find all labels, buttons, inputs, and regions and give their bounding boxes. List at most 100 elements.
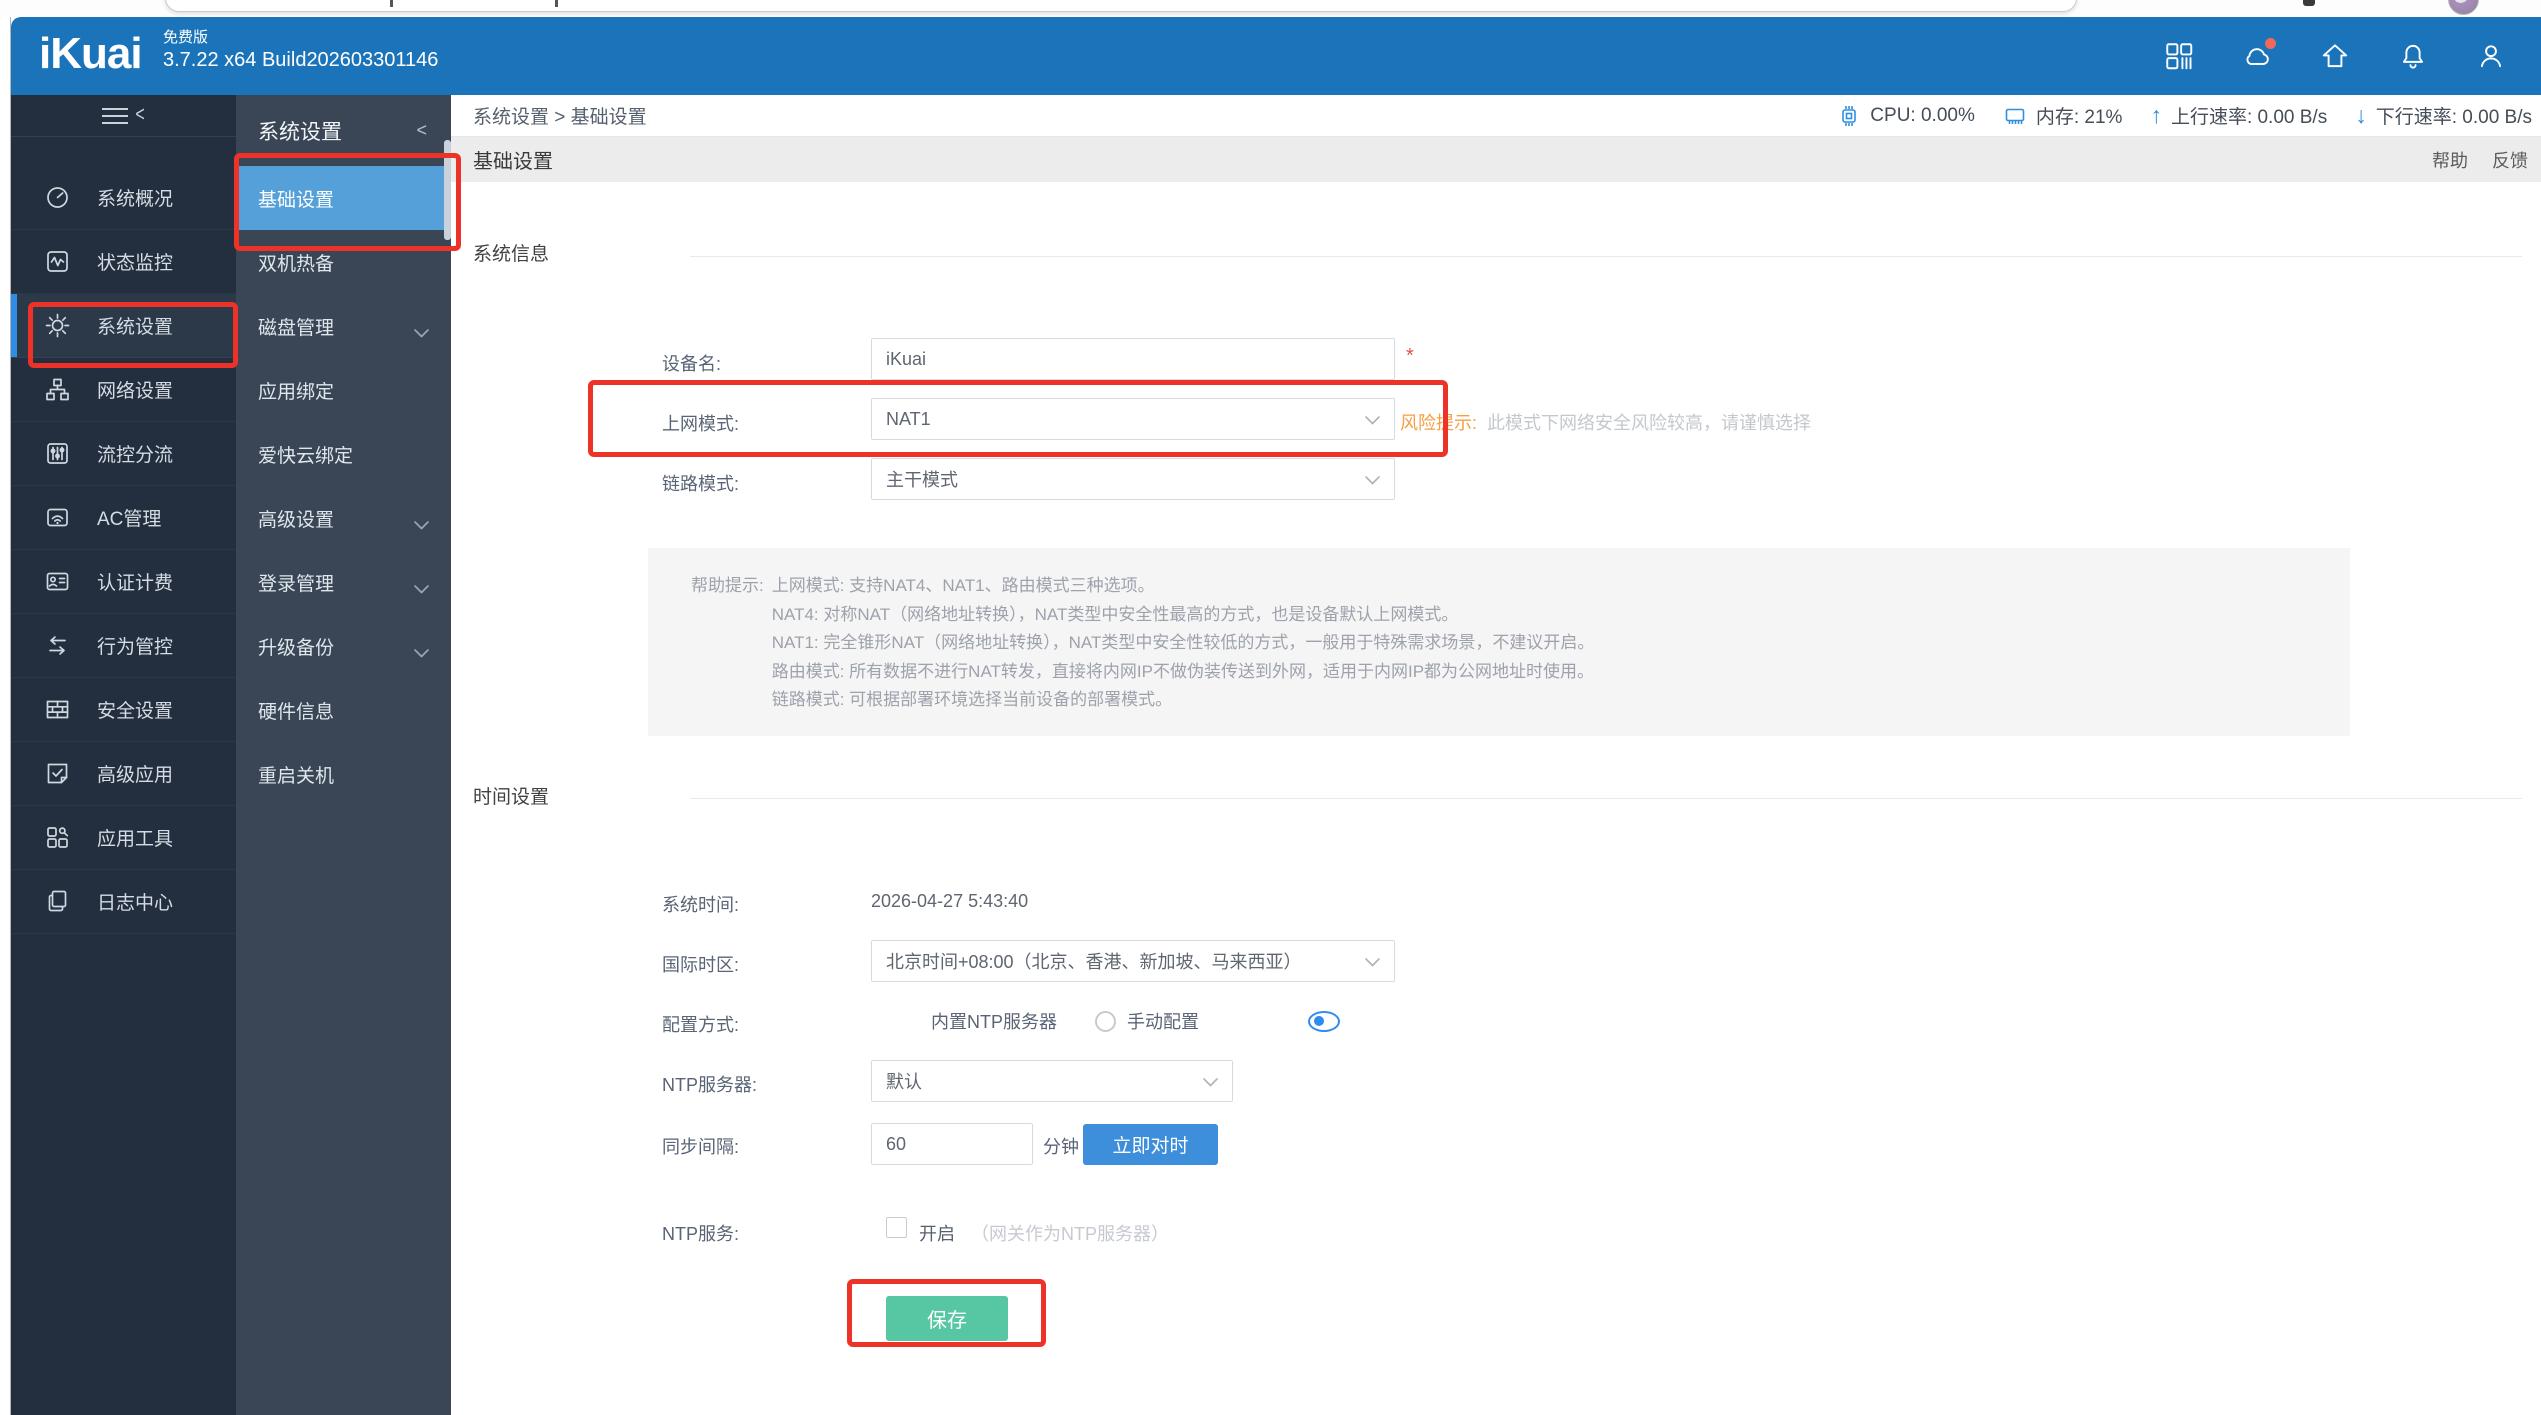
main-content: 系统设置 > 基础设置 CPU: 0.00% 内存: 21% ↑ 上行速率: 0… — [451, 95, 2541, 1415]
ntp-server-label: NTP服务器: — [662, 1075, 758, 1095]
breadcrumb-bar: 系统设置 > 基础设置 CPU: 0.00% 内存: 21% ↑ 上行速率: 0… — [451, 95, 2541, 137]
ikuai-logo: iKuai — [39, 29, 143, 78]
submenu-collapse-icon[interactable]: < — [416, 120, 427, 141]
sidebar-item-label: AC管理 — [97, 509, 162, 530]
browser-address-bar[interactable] — [165, 0, 2077, 12]
help-tip-box: 帮助提示: 上网模式: 支持NAT4、NAT1、路由模式三种选项。 NAT4: … — [648, 548, 2350, 736]
submenu-item-restart-shutdown[interactable]: 重启关机 — [236, 742, 451, 806]
sidebar-item-auth-billing[interactable]: 认证计费 — [11, 550, 236, 614]
ntp-service-checkbox[interactable] — [886, 1217, 907, 1238]
submenu-item-app-binding[interactable]: 应用绑定 — [236, 358, 451, 422]
build-version-label: 3.7.22 x64 Build202603301146 — [163, 49, 439, 71]
browser-extension-icon[interactable] — [2303, 0, 2315, 6]
title-links: 帮助 反馈 — [2432, 147, 2528, 173]
sidebar-item-app-tools[interactable]: 应用工具 — [11, 806, 236, 870]
sidebar-item-behavior-control[interactable]: 行为管控 — [11, 614, 236, 678]
browser-chrome-strip — [0, 0, 2541, 17]
sidebar-item-label: 安全设置 — [97, 701, 174, 722]
ikuai-admin-window: iKuai 免费版 3.7.22 x64 Build202603301146 <… — [10, 17, 2541, 1415]
submenu-item-hot-standby[interactable]: 双机热备 — [236, 230, 451, 294]
monitor-pulse-icon — [47, 251, 68, 272]
sidebar-item-label: 日志中心 — [97, 893, 174, 914]
pages-icon — [48, 890, 67, 912]
apps-grid-icon[interactable] — [2163, 40, 2195, 72]
download-rate-stat: ↓ 下行速率: 0.00 B/s — [2355, 102, 2532, 129]
sidebar-item-label: 系统设置 — [97, 317, 174, 338]
app-header: iKuai 免费版 3.7.22 x64 Build202603301146 — [11, 17, 2541, 95]
secondary-sidebar: 系统设置 < 基础设置 双机热备 磁盘管理 应用绑定 爱快云绑定 高级设置 登录… — [236, 95, 451, 1415]
sidebar-item-network-settings[interactable]: 网络设置 — [11, 358, 236, 422]
sidebar-item-ac-management[interactable]: AC管理 — [11, 486, 236, 550]
feedback-link[interactable]: 反馈 — [2492, 147, 2528, 173]
system-stats-bar: CPU: 0.00% 内存: 21% ↑ 上行速率: 0.00 B/s ↓ 下行… — [1837, 102, 2532, 129]
network-icon — [46, 378, 69, 401]
submenu-item-ikuai-cloud-binding[interactable]: 爱快云绑定 — [236, 422, 451, 486]
upload-rate-stat: ↑ 上行速率: 0.00 B/s — [2150, 102, 2328, 129]
sidebar-collapse-toggle[interactable]: < — [11, 95, 236, 137]
edition-label: 免费版 — [163, 29, 209, 46]
doc-check-icon — [47, 763, 68, 784]
gear-icon — [45, 313, 70, 338]
submenu-item-upgrade-backup[interactable]: 升级备份 — [236, 614, 451, 678]
bell-icon[interactable] — [2397, 40, 2429, 72]
user-icon[interactable] — [2475, 40, 2507, 72]
link-mode-select[interactable]: 主干模式 — [871, 458, 1395, 500]
sidebar-item-label: 高级应用 — [97, 765, 174, 786]
version-block: 免费版 3.7.22 x64 Build202603301146 — [163, 26, 438, 72]
gauge-icon — [47, 187, 68, 208]
address-bar-text-fragment — [555, 0, 558, 7]
browser-profile-avatar[interactable] — [2448, 0, 2479, 15]
submenu-item-hardware-info[interactable]: 硬件信息 — [236, 678, 451, 742]
memory-icon — [2005, 108, 2025, 124]
sidebar-item-advanced-apps[interactable]: 高级应用 — [11, 742, 236, 806]
sync-interval-input[interactable] — [871, 1123, 1033, 1165]
primary-sidebar: < 系统概况 状态监控 系统设置 网络设置 流控分流 AC管理 认证计费 行为管… — [11, 95, 236, 1415]
system-time-value: 2026-04-27 5:43:40 — [871, 891, 1029, 911]
sidebar-item-system-overview[interactable]: 系统概况 — [11, 166, 236, 230]
header-icon-bar — [2163, 17, 2507, 95]
config-mode-label: 配置方式: — [662, 1015, 740, 1035]
sidebar-item-traffic-control[interactable]: 流控分流 — [11, 422, 236, 486]
sidebar-item-label: 系统概况 — [97, 189, 174, 210]
save-button[interactable]: 保存 — [886, 1296, 1008, 1341]
submenu-item-login-management[interactable]: 登录管理 — [236, 550, 451, 614]
cloud-icon[interactable] — [2241, 38, 2276, 72]
wan-mode-select[interactable]: NAT1 — [871, 398, 1395, 440]
sidebar-item-status-monitor[interactable]: 状态监控 — [11, 230, 236, 294]
radio-manual-config[interactable] — [1095, 1010, 1116, 1032]
system-time-label: 系统时间: — [662, 895, 740, 915]
chevron-down-icon — [1365, 951, 1380, 972]
sidebar-item-log-center[interactable]: 日志中心 — [11, 870, 236, 934]
swap-arrows-icon — [49, 636, 66, 655]
timezone-select[interactable]: 北京时间+08:00（北京、香港、新加坡、马来西亚） — [871, 940, 1395, 982]
sync-now-button[interactable]: 立即对时 — [1083, 1124, 1218, 1165]
tools-grid-icon — [47, 827, 69, 848]
chevron-down-icon — [414, 642, 429, 664]
page-title: 基础设置 — [473, 151, 553, 173]
sidebar-item-system-settings[interactable]: 系统设置 — [11, 294, 236, 358]
submenu-list: 基础设置 双机热备 磁盘管理 应用绑定 爱快云绑定 高级设置 登录管理 升级备份… — [236, 166, 451, 806]
section-divider — [690, 798, 2522, 799]
chevron-down-icon — [1203, 1071, 1218, 1092]
sidebar-item-security-settings[interactable]: 安全设置 — [11, 678, 236, 742]
radio-builtin-ntp[interactable] — [1308, 1010, 1340, 1032]
chevron-down-icon — [414, 514, 429, 536]
primary-menu: 系统概况 状态监控 系统设置 网络设置 流控分流 AC管理 认证计费 行为管控 … — [11, 166, 236, 934]
cpu-stat: CPU: 0.00% — [1837, 104, 1975, 128]
ntp-service-note: （网关作为NTP服务器） — [971, 1224, 1169, 1244]
submenu-item-advanced-settings[interactable]: 高级设置 — [236, 486, 451, 550]
submenu-item-basic-settings[interactable]: 基础设置 — [236, 166, 451, 230]
submenu-item-disk-management[interactable]: 磁盘管理 — [236, 294, 451, 358]
config-mode-radio-group: 内置NTP服务器 手动配置 — [888, 1008, 1340, 1034]
ntp-server-select[interactable]: 默认 — [871, 1060, 1233, 1102]
submenu-scrollbar-thumb[interactable] — [444, 140, 451, 240]
risk-warning-label: 风险提示: — [1400, 413, 1478, 433]
device-name-input[interactable] — [871, 338, 1395, 380]
wan-mode-label: 上网模式: — [662, 414, 740, 434]
hamburger-icon — [102, 107, 129, 124]
chevron-down-icon — [414, 578, 429, 600]
help-link[interactable]: 帮助 — [2432, 147, 2468, 173]
address-bar-text-fragment — [390, 0, 393, 7]
chevron-down-icon — [1365, 409, 1380, 430]
home-icon[interactable] — [2319, 40, 2351, 72]
